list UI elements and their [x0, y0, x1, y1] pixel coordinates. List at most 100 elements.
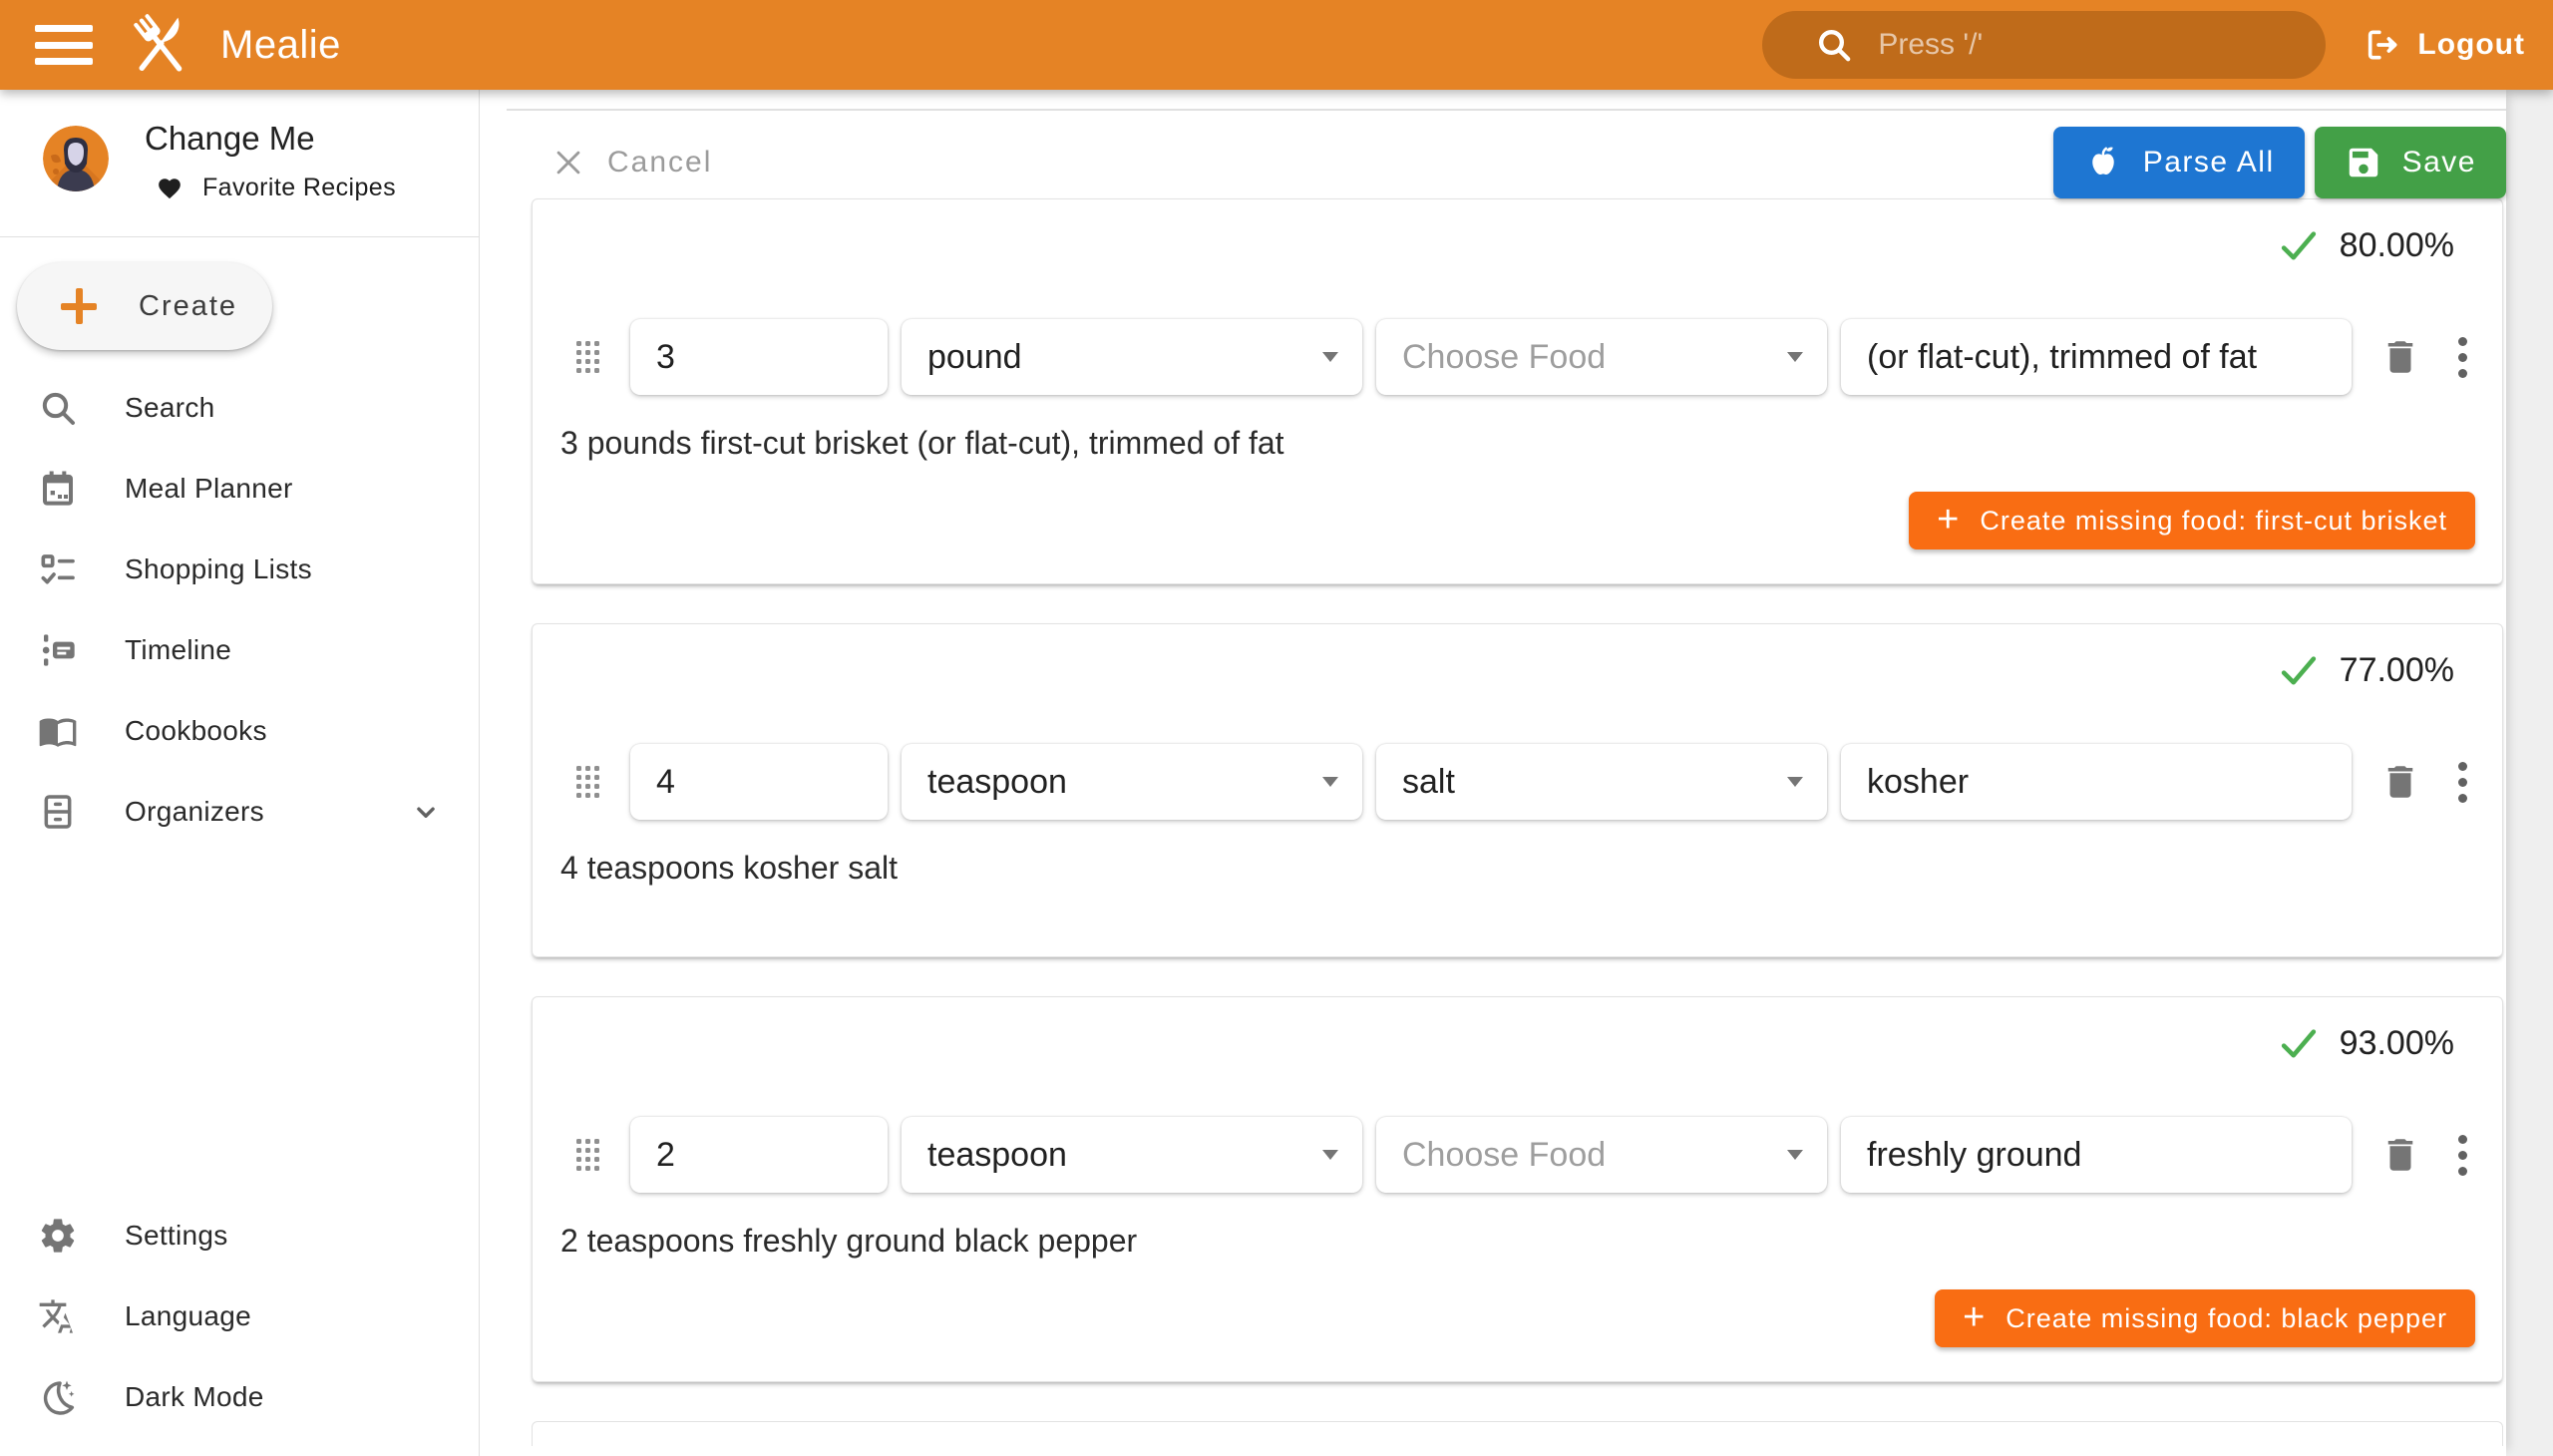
kebab-menu-icon[interactable] [2451, 762, 2473, 803]
confidence-value: 93.00% [2340, 1024, 2454, 1063]
ingredient-card-3: 93.00% teaspoon Choose Food 2 [532, 996, 2503, 1382]
book-open-icon [38, 711, 78, 751]
sidebar-bottom-nav: Settings Language Dark Mode [0, 1195, 479, 1437]
dropdown-arrow-icon [1322, 777, 1338, 787]
global-search[interactable] [1762, 11, 2326, 79]
sidebar: Change Me Favorite Recipes Create Search [0, 90, 480, 1456]
translate-icon [38, 1296, 78, 1336]
top-navbar: Mealie Logout [0, 0, 2553, 90]
app-title: Mealie [220, 23, 341, 68]
check-icon [2278, 224, 2320, 266]
unit-select[interactable]: teaspoon [902, 1117, 1362, 1193]
food-select[interactable]: salt [1376, 744, 1827, 820]
save-button[interactable]: Save [2315, 127, 2506, 198]
ingredient-fields: teaspoon Choose Food [547, 1117, 2488, 1193]
note-input[interactable] [1841, 319, 2352, 395]
note-input[interactable] [1841, 1117, 2352, 1193]
ingredient-fields: teaspoon salt [547, 744, 2488, 820]
cancel-button[interactable]: Cancel [551, 146, 712, 180]
favorites-label: Favorite Recipes [202, 174, 396, 202]
plus-icon [61, 288, 97, 324]
sidebar-item-timeline[interactable]: Timeline [0, 609, 479, 690]
confidence-value: 77.00% [2340, 651, 2454, 690]
cabinet-icon [38, 792, 78, 832]
confidence-row: 80.00% [547, 225, 2488, 265]
apple-icon [2083, 143, 2123, 182]
trash-icon[interactable] [2379, 334, 2421, 380]
sidebar-nav: Search Meal Planner Shopping Lists [0, 367, 479, 852]
logout-label: Logout [2417, 28, 2525, 62]
timeline-icon [38, 630, 78, 670]
confidence-row: 93.00% [547, 1023, 2488, 1063]
magnify-icon [38, 388, 78, 428]
drag-handle-icon[interactable] [576, 766, 602, 798]
avatar [43, 126, 109, 191]
ingredient-card-1: 80.00% pound Choose Food 3 pou [532, 198, 2503, 584]
create-missing-food-button[interactable]: + Create missing food: first-cut brisket [1909, 492, 2475, 549]
kebab-menu-icon[interactable] [2451, 1135, 2473, 1176]
calendar-icon [38, 469, 78, 509]
section-divider [507, 109, 2506, 111]
original-ingredient-text: 3 pounds first-cut brisket (or flat-cut)… [560, 425, 2488, 462]
sidebar-divider [0, 236, 479, 237]
trash-icon[interactable] [2379, 759, 2421, 805]
gear-icon [38, 1216, 78, 1256]
dropdown-arrow-icon [1322, 352, 1338, 362]
dropdown-arrow-icon [1787, 352, 1803, 362]
sidebar-item-dark-mode[interactable]: Dark Mode [0, 1356, 479, 1437]
sidebar-item-cookbooks[interactable]: Cookbooks [0, 690, 479, 771]
sidebar-item-shopping-lists[interactable]: Shopping Lists [0, 529, 479, 609]
checklist-icon [38, 549, 78, 589]
ingredient-card-2: 77.00% teaspoon salt 4 teaspoo [532, 623, 2503, 957]
original-ingredient-text: 2 teaspoons freshly ground black pepper [560, 1223, 2488, 1260]
sidebar-item-settings[interactable]: Settings [0, 1195, 479, 1275]
quantity-input[interactable] [630, 1117, 888, 1193]
parse-all-button[interactable]: Parse All [2053, 127, 2305, 198]
trash-icon[interactable] [2379, 1132, 2421, 1178]
ingredient-fields: pound Choose Food [547, 319, 2488, 395]
moon-icon [38, 1377, 78, 1417]
scroll-gutter [2506, 90, 2553, 1456]
quantity-input[interactable] [630, 319, 888, 395]
main-content: Cancel Parse All Save [480, 90, 2553, 1456]
user-name: Change Me [145, 120, 315, 158]
dropdown-arrow-icon [1787, 1150, 1803, 1160]
sidebar-item-meal-planner[interactable]: Meal Planner [0, 448, 479, 529]
dropdown-arrow-icon [1787, 777, 1803, 787]
note-input[interactable] [1841, 744, 2352, 820]
search-icon [1814, 25, 1854, 65]
ingredient-card-4-partial [532, 1421, 2503, 1446]
check-icon [2278, 649, 2320, 691]
close-icon [551, 146, 585, 180]
unit-select[interactable]: pound [902, 319, 1362, 395]
menu-icon[interactable] [35, 25, 93, 65]
logout-icon [2364, 26, 2401, 64]
dropdown-arrow-icon [1322, 1150, 1338, 1160]
create-missing-food-button[interactable]: + Create missing food: black pepper [1935, 1289, 2475, 1347]
favorite-recipes-link[interactable]: Favorite Recipes [156, 174, 396, 202]
food-select[interactable]: Choose Food [1376, 319, 1827, 395]
confidence-value: 80.00% [2340, 226, 2454, 265]
search-input[interactable] [1878, 28, 2257, 62]
confidence-row: 77.00% [547, 650, 2488, 690]
sidebar-item-search[interactable]: Search [0, 367, 479, 448]
parser-toolbar: Cancel Parse All Save [480, 127, 2506, 198]
heart-icon [156, 176, 183, 201]
unit-select[interactable]: teaspoon [902, 744, 1362, 820]
check-icon [2278, 1022, 2320, 1064]
save-icon [2345, 144, 2382, 182]
mealie-logo-icon [123, 7, 198, 83]
food-select[interactable]: Choose Food [1376, 1117, 1827, 1193]
ingredient-parser-panel: Cancel Parse All Save [480, 90, 2506, 1456]
sidebar-item-language[interactable]: Language [0, 1275, 479, 1356]
sidebar-item-organizers[interactable]: Organizers [0, 771, 479, 852]
drag-handle-icon[interactable] [576, 341, 602, 373]
logout-button[interactable]: Logout [2364, 26, 2525, 64]
chevron-down-icon [409, 795, 443, 829]
create-button[interactable]: Create [17, 262, 272, 350]
original-ingredient-text: 4 teaspoons kosher salt [560, 850, 2488, 887]
user-profile[interactable]: Change Me Favorite Recipes [0, 90, 479, 236]
quantity-input[interactable] [630, 744, 888, 820]
drag-handle-icon[interactable] [576, 1139, 602, 1171]
kebab-menu-icon[interactable] [2451, 337, 2473, 378]
